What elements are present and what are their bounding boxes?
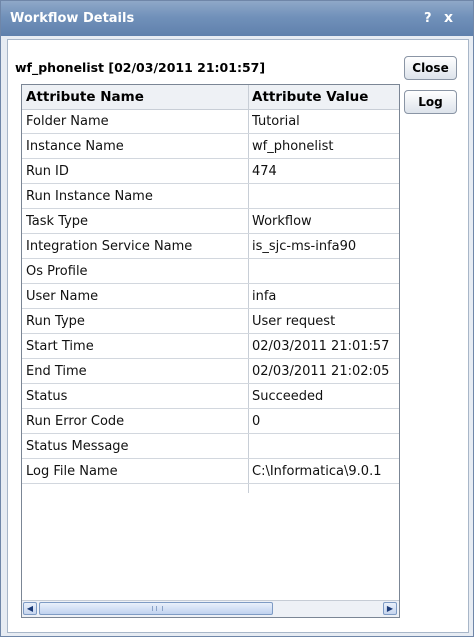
table-row[interactable]: Os Profile <box>22 259 399 284</box>
column-header-attribute-value[interactable]: Attribute Value <box>252 85 399 109</box>
table-row[interactable]: User Name infa <box>22 284 399 309</box>
table-row[interactable]: Run Type User request <box>22 309 399 334</box>
attribute-value-cell: Tutorial <box>252 114 300 129</box>
attribute-value-cell: Workflow <box>252 214 312 229</box>
attribute-value-cell: C:\Informatica\9.0.1 <box>252 464 382 479</box>
table-row[interactable]: Status Succeeded <box>22 384 399 409</box>
attribute-name-cell: End Time <box>26 364 87 379</box>
workflow-heading: wf_phonelist [02/03/2011 21:01:57] <box>15 60 266 75</box>
attribute-name-cell: User Name <box>26 289 99 304</box>
window-title: Workflow Details <box>10 11 135 26</box>
attribute-name-cell: Run Instance Name <box>26 189 153 204</box>
table-row[interactable]: Integration Service Name is_sjc-ms-infa90 <box>22 234 399 259</box>
attribute-value-cell: 02/03/2011 21:02:05 <box>252 364 390 379</box>
table-row[interactable]: Log File Name C:\Informatica\9.0.1 <box>22 459 399 484</box>
table-row[interactable]: Run ID 474 <box>22 159 399 184</box>
attribute-name-cell: Status Message <box>26 439 129 454</box>
scrollbar-thumb[interactable] <box>39 602 273 615</box>
attribute-name-cell: Log File Name <box>26 464 118 479</box>
help-icon[interactable]: ? <box>424 11 432 26</box>
close-icon[interactable]: x <box>444 10 453 26</box>
attribute-name-cell: Start Time <box>26 339 94 354</box>
attribute-value-cell: 474 <box>252 164 277 179</box>
close-button[interactable]: Close <box>404 56 457 80</box>
table-row[interactable]: End Time 02/03/2011 21:02:05 <box>22 359 399 384</box>
arrow-right-icon[interactable]: ▶ <box>383 602 397 615</box>
table-row[interactable]: Folder Name Tutorial <box>22 109 399 134</box>
table-row[interactable]: Start Time 02/03/2011 21:01:57 <box>22 334 399 359</box>
attribute-value-cell: Succeeded <box>252 389 324 404</box>
attribute-name-cell: Integration Service Name <box>26 239 193 254</box>
attribute-name-cell: Run Type <box>26 314 85 329</box>
attribute-table: Attribute Name Attribute Value Folder Na… <box>21 84 400 618</box>
table-row[interactable]: Run Instance Name <box>22 184 399 209</box>
attribute-value-cell: wf_phonelist <box>252 139 334 154</box>
horizontal-scrollbar[interactable]: ◀ ▶ <box>22 600 399 617</box>
attribute-name-cell: Task Type <box>26 214 89 229</box>
attribute-name-cell: Os Profile <box>26 264 88 279</box>
arrow-left-icon[interactable]: ◀ <box>23 602 37 615</box>
attribute-value-cell: User request <box>252 314 336 329</box>
table-row[interactable]: Status Message <box>22 434 399 459</box>
attribute-value-cell: infa <box>252 289 277 304</box>
attribute-value-cell: 02/03/2011 21:01:57 <box>252 339 390 354</box>
title-bar[interactable]: Workflow Details ? x <box>1 1 473 36</box>
attribute-name-cell: Status <box>26 389 68 404</box>
column-header-attribute-name[interactable]: Attribute Name <box>26 85 246 109</box>
log-button[interactable]: Log <box>404 90 457 114</box>
attribute-name-cell: Instance Name <box>26 139 124 154</box>
attribute-name-cell: Run ID <box>26 164 69 179</box>
table-row[interactable]: Instance Name wf_phonelist <box>22 134 399 159</box>
attribute-value-cell <box>252 259 397 284</box>
grip-icon <box>152 606 163 611</box>
attribute-value-cell: 0 <box>252 414 261 429</box>
attribute-name-cell: Run Error Code <box>26 414 125 429</box>
attribute-value-cell <box>252 434 397 459</box>
table-header: Attribute Name Attribute Value <box>22 85 399 110</box>
attribute-name-cell: Folder Name <box>26 114 109 129</box>
attribute-value-cell: is_sjc-ms-infa90 <box>252 239 357 254</box>
table-row[interactable]: Run Error Code 0 <box>22 409 399 434</box>
attribute-value-cell <box>252 184 397 209</box>
table-row[interactable]: Task Type Workflow <box>22 209 399 234</box>
